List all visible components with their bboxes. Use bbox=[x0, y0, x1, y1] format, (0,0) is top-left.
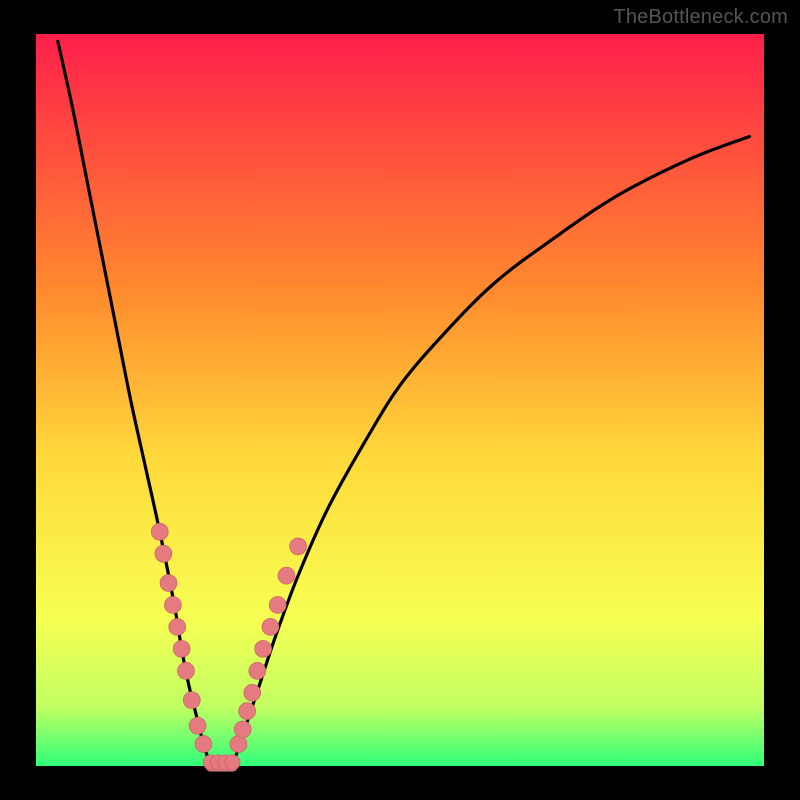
data-dot bbox=[239, 703, 256, 720]
bottleneck-chart bbox=[0, 0, 800, 800]
data-dot bbox=[234, 721, 251, 738]
data-dot bbox=[183, 692, 200, 709]
chart-container: TheBottleneck.com bbox=[0, 0, 800, 800]
data-dot bbox=[173, 640, 190, 657]
data-dot bbox=[278, 567, 295, 584]
plot-background bbox=[36, 34, 764, 766]
data-dot bbox=[160, 575, 177, 592]
data-dot bbox=[262, 618, 279, 635]
data-dot bbox=[255, 640, 272, 657]
data-dot bbox=[244, 684, 261, 701]
data-dot bbox=[290, 538, 307, 555]
data-dot bbox=[225, 755, 240, 770]
data-dot bbox=[195, 736, 212, 753]
data-dot bbox=[249, 662, 266, 679]
data-dot bbox=[155, 545, 172, 562]
data-dot bbox=[177, 662, 194, 679]
data-dot bbox=[169, 618, 186, 635]
data-dot bbox=[189, 717, 206, 734]
watermark-label: TheBottleneck.com bbox=[613, 6, 788, 29]
data-dot bbox=[151, 523, 168, 540]
data-dot bbox=[269, 596, 286, 613]
data-dot bbox=[230, 736, 247, 753]
dots-bottom bbox=[203, 755, 240, 770]
data-dot bbox=[164, 596, 181, 613]
